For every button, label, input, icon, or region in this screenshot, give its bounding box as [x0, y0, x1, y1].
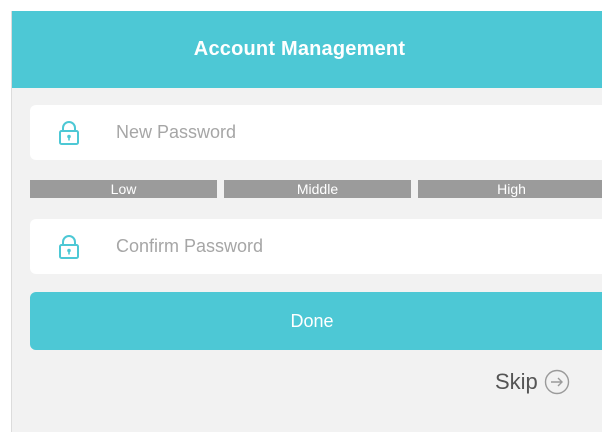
confirm-password-field[interactable] [30, 219, 602, 274]
header-bar: Account Management [12, 11, 602, 88]
arrow-right-circle-icon [544, 369, 569, 395]
strength-low: Low [30, 180, 217, 198]
page-title: Account Management [193, 38, 406, 60]
skip-label: Skip [495, 369, 538, 394]
done-button[interactable]: Done [30, 292, 602, 350]
password-strength-meter: Low Middle High [30, 180, 602, 198]
lock-icon [59, 234, 79, 259]
strength-middle: Middle [224, 180, 411, 198]
strength-high: High [418, 180, 602, 198]
lock-icon [59, 120, 79, 145]
account-management-panel: Account Management Low Middle High Done … [11, 11, 602, 432]
new-password-field[interactable] [30, 105, 602, 160]
new-password-input[interactable] [116, 122, 536, 143]
skip-link[interactable]: Skip [495, 369, 570, 395]
confirm-password-input[interactable] [116, 236, 536, 257]
